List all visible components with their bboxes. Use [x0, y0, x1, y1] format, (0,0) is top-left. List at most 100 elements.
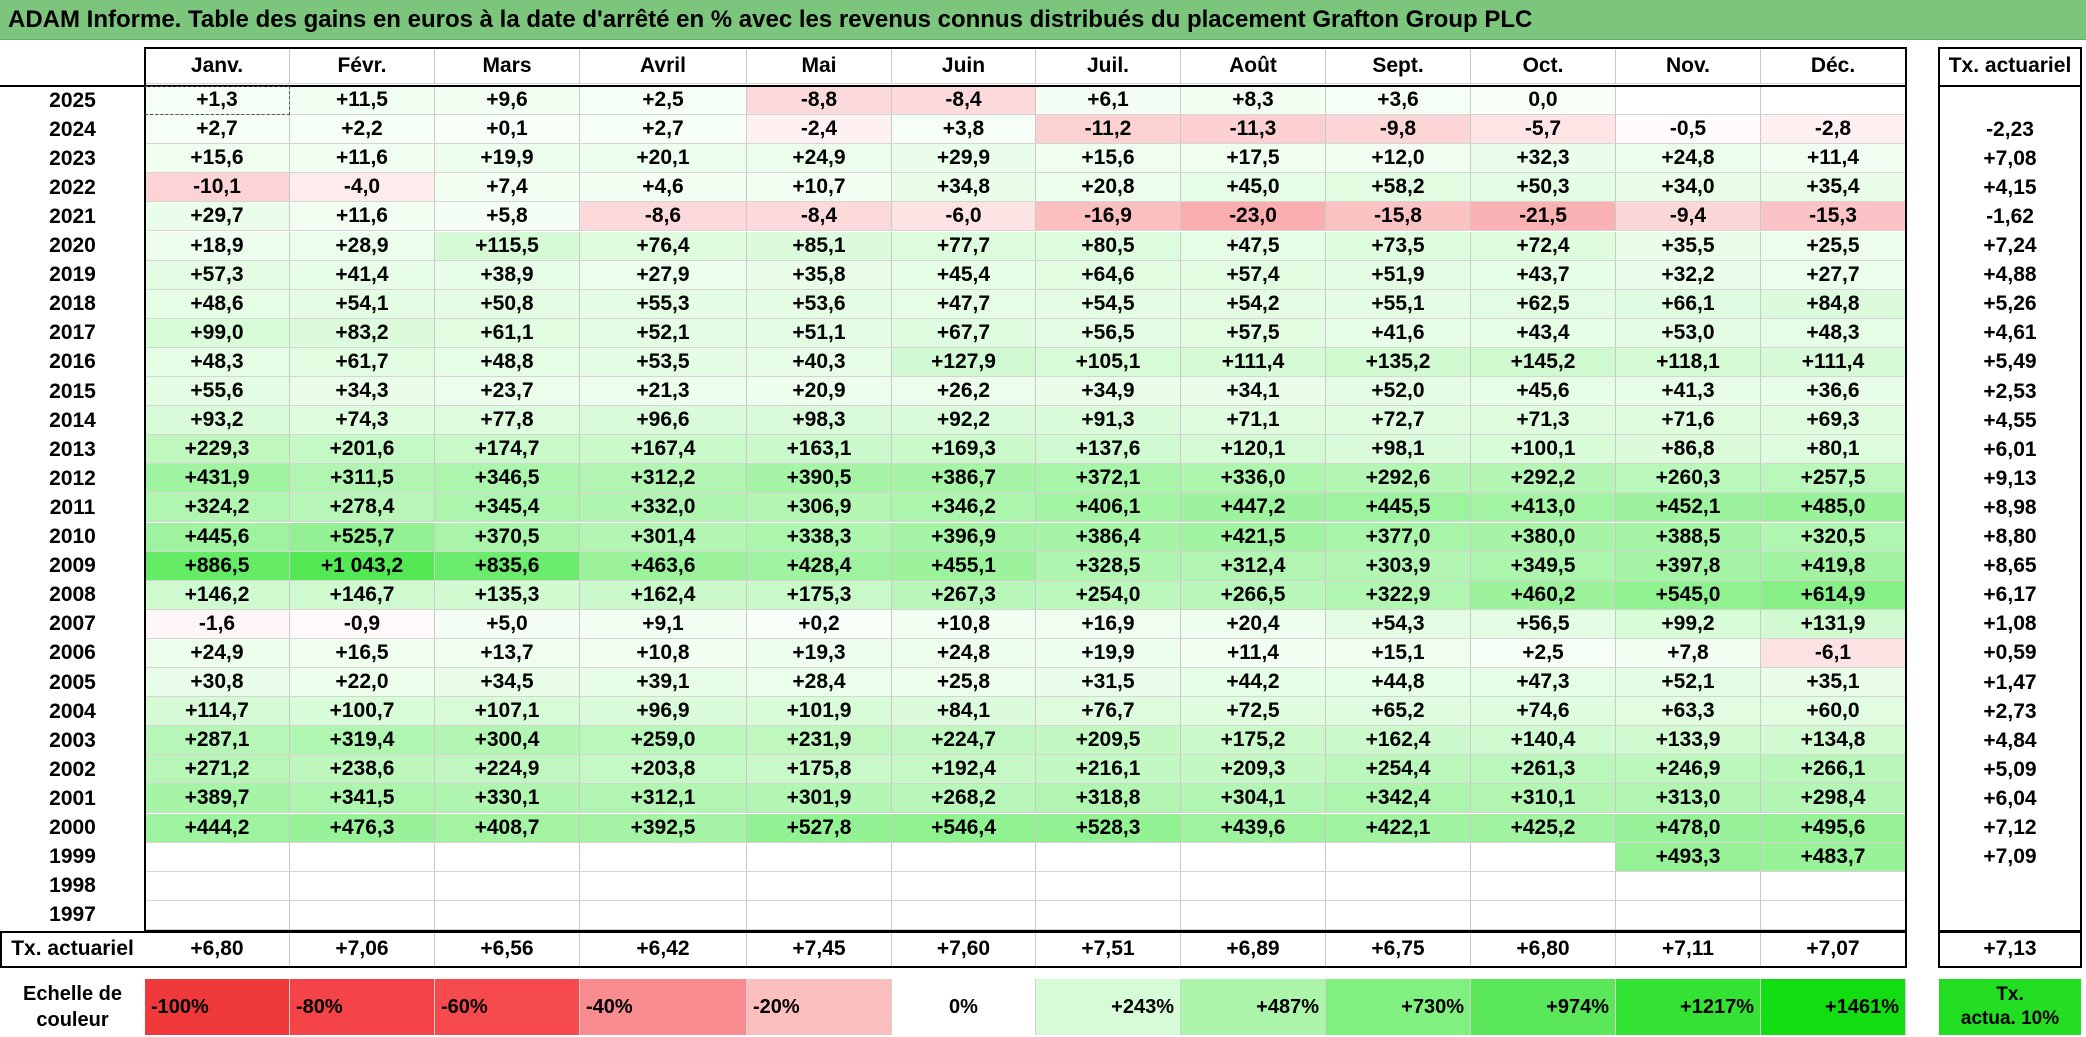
color-scale-step: +730%	[1326, 979, 1471, 1035]
table-cell	[1616, 900, 1761, 930]
table-cell: +84,8	[1761, 289, 1906, 319]
annual-rate-cell	[1939, 86, 2081, 115]
color-scale-step: -100%	[145, 979, 290, 1035]
table-cell: +25,5	[1761, 231, 1906, 261]
table-cell	[1471, 871, 1616, 901]
table-cell: +257,5	[1761, 464, 1906, 494]
table-cell: +545,0	[1616, 580, 1761, 610]
table-cell: +175,2	[1181, 726, 1326, 756]
table-cell: -2,4	[747, 115, 892, 145]
table-cell: +18,9	[145, 231, 290, 261]
footer-cell: +7,45	[747, 931, 892, 967]
year-label: 2008	[49, 583, 96, 607]
year-label: 2004	[49, 699, 96, 723]
table-cell: +62,5	[1471, 289, 1616, 319]
table-cell: +93,2	[145, 406, 290, 436]
table-cell: +19,9	[1036, 638, 1181, 668]
table-cell: +57,4	[1181, 260, 1326, 290]
table-cell: +11,6	[290, 144, 435, 174]
annual-rate-cell: +8,98	[1983, 495, 2037, 519]
table-cell: +268,2	[892, 784, 1036, 814]
table-cell	[892, 900, 1036, 930]
table-cell: +15,6	[145, 144, 290, 174]
table-cell: +77,8	[435, 406, 580, 436]
table-cell: +13,7	[435, 638, 580, 668]
table-cell: +3,6	[1326, 86, 1471, 116]
table-cell: +114,7	[145, 697, 290, 727]
table-cell: +439,6	[1181, 813, 1326, 843]
table-cell: +389,7	[145, 784, 290, 814]
table-cell: +495,6	[1761, 813, 1906, 843]
scale-label: Echelle de couleur	[0, 979, 145, 1035]
rate-scale-line1: Tx.	[1996, 984, 2024, 1005]
table-cell: +16,5	[290, 638, 435, 668]
table-cell	[1326, 871, 1471, 901]
year-label: 2005	[49, 670, 96, 694]
table-cell: +50,3	[1471, 173, 1616, 203]
table-cell: +72,4	[1471, 231, 1616, 261]
year-label: 2009	[49, 554, 96, 578]
table-cell: +19,3	[747, 638, 892, 668]
table-cell: +2,2	[290, 115, 435, 145]
table-cell: +61,7	[290, 347, 435, 377]
month-header: Juil.	[1036, 48, 1181, 84]
table-cell: +246,9	[1616, 755, 1761, 785]
table-cell: +137,6	[1036, 435, 1181, 465]
table-cell: +278,4	[290, 493, 435, 523]
table-cell: +39,1	[580, 668, 747, 698]
table-cell: +254,0	[1036, 580, 1181, 610]
table-cell: +6,1	[1036, 86, 1181, 116]
table-cell: +53,0	[1616, 318, 1761, 348]
table-cell	[580, 900, 747, 930]
color-scale-step: +1461%	[1761, 979, 1906, 1035]
table-cell	[435, 842, 580, 872]
table-cell: +292,6	[1326, 464, 1471, 494]
table-cell: +118,1	[1616, 347, 1761, 377]
table-cell: +52,0	[1326, 377, 1471, 407]
annual-rate-cell: +2,73	[1983, 699, 2037, 723]
year-label: 2000	[49, 816, 96, 840]
table-cell: +100,1	[1471, 435, 1616, 465]
table-cell: +303,9	[1326, 551, 1471, 581]
table-cell: +34,5	[435, 668, 580, 698]
table-cell	[1761, 871, 1906, 901]
table-cell: +140,4	[1471, 726, 1616, 756]
table-cell	[1471, 842, 1616, 872]
table-cell: +306,9	[747, 493, 892, 523]
table-cell: -5,7	[1471, 115, 1616, 145]
footer-cell: +6,89	[1181, 931, 1326, 967]
table-cell	[145, 871, 290, 901]
table-cell: -15,8	[1326, 202, 1471, 232]
footer-label: Tx. actuariel	[11, 937, 134, 960]
table-cell: +55,3	[580, 289, 747, 319]
annual-rate-cell: -1,62	[1986, 204, 2034, 228]
year-label: 2013	[49, 437, 96, 461]
table-cell: +19,9	[435, 144, 580, 174]
table-cell	[747, 871, 892, 901]
annual-rate-cell: +5,26	[1983, 292, 2037, 316]
table-cell: +169,3	[892, 435, 1036, 465]
table-cell: +20,8	[1036, 173, 1181, 203]
table-cell: +0,2	[747, 609, 892, 639]
footer-cell: +7,51	[1036, 931, 1181, 967]
table-cell: +267,3	[892, 580, 1036, 610]
table-cell: +71,6	[1616, 406, 1761, 436]
month-header: Avril	[580, 48, 747, 84]
table-cell: +493,3	[1616, 842, 1761, 872]
table-cell: +51,1	[747, 318, 892, 348]
month-header: Oct.	[1471, 48, 1616, 84]
table-cell: +455,1	[892, 551, 1036, 581]
table-cell	[892, 871, 1036, 901]
table-cell: +298,4	[1761, 784, 1906, 814]
table-cell: -6,0	[892, 202, 1036, 232]
year-label: 2021	[49, 204, 96, 228]
table-cell: +32,3	[1471, 144, 1616, 174]
year-label: 2022	[49, 175, 96, 199]
table-cell: +386,7	[892, 464, 1036, 494]
annual-rate-header: Tx. actuariel	[1948, 54, 2072, 77]
annual-rate-cell: +0,59	[1983, 641, 2037, 665]
footer-cell: +7,11	[1616, 931, 1761, 967]
table-cell: +30,8	[145, 668, 290, 698]
table-cell: +84,1	[892, 697, 1036, 727]
table-cell: +16,9	[1036, 609, 1181, 639]
